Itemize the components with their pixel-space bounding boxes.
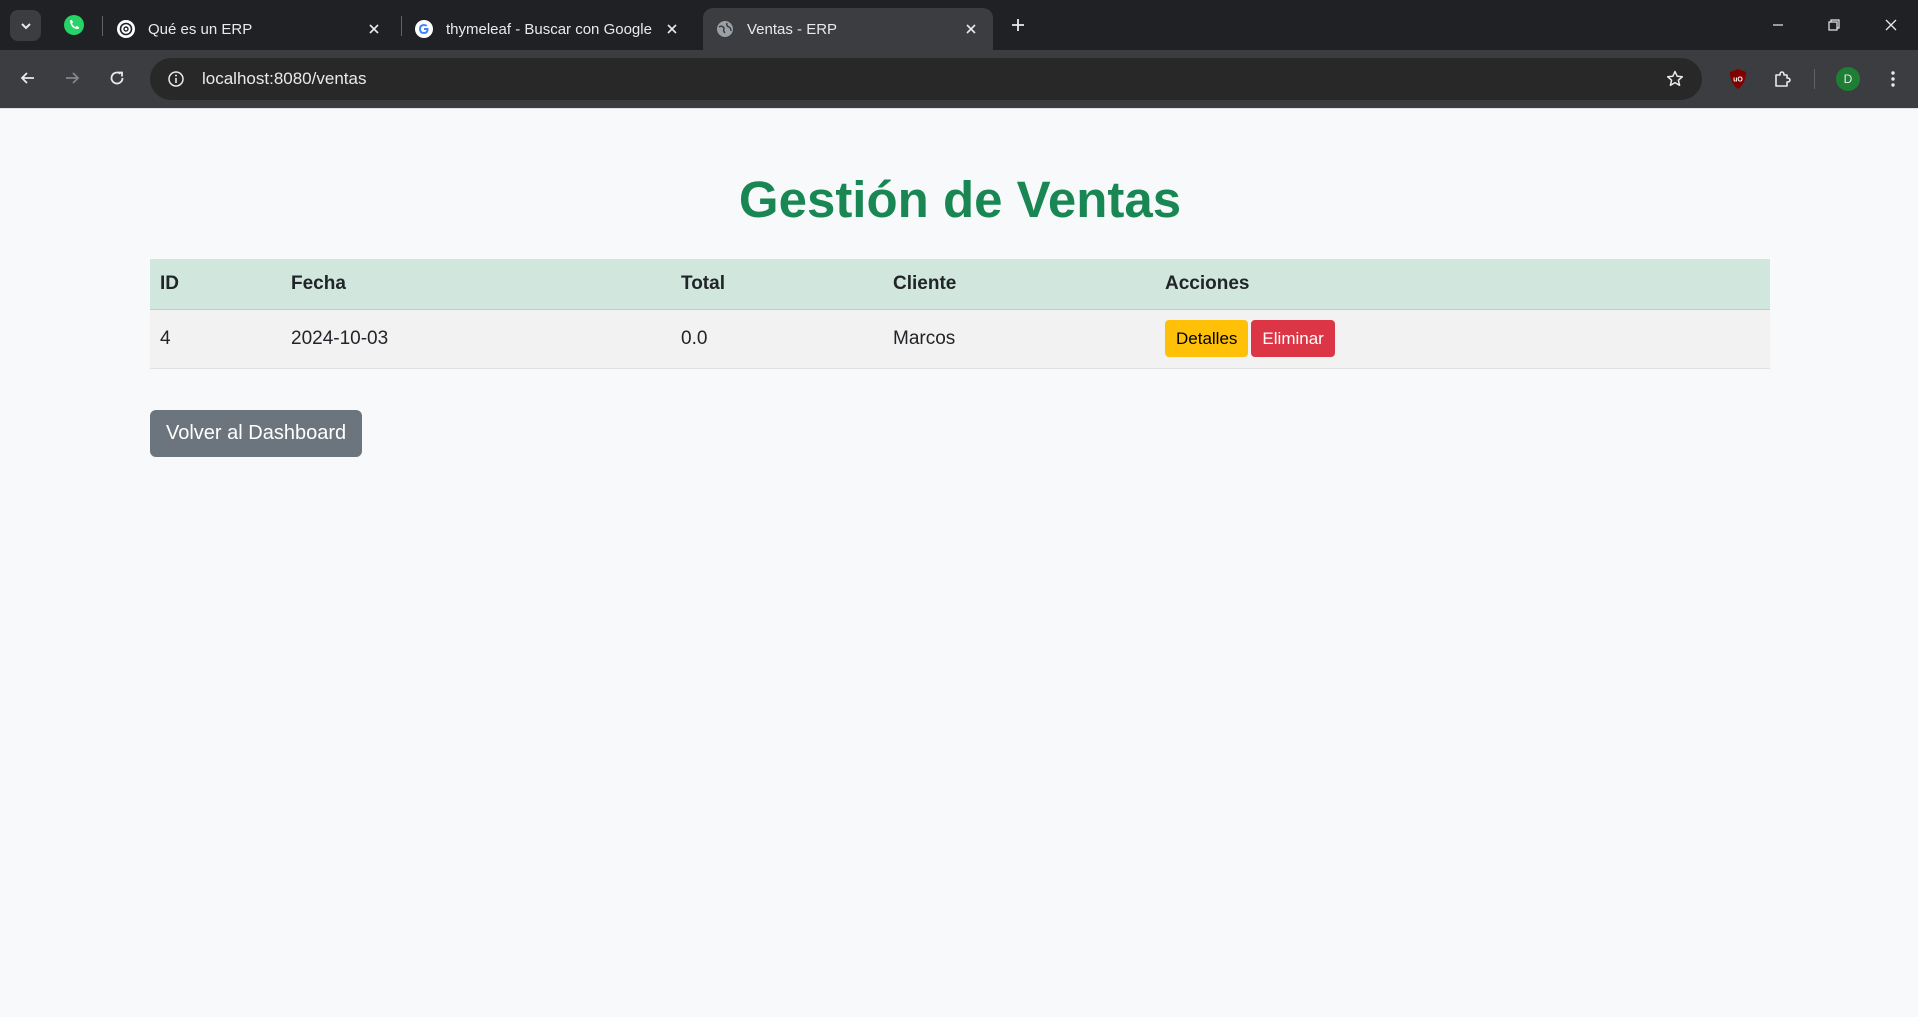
whatsapp-icon	[64, 15, 84, 35]
column-header-acciones: Acciones	[1155, 259, 1770, 310]
page-title: Gestión de Ventas	[738, 171, 1182, 228]
cell-total: 0.0	[671, 309, 883, 369]
cell-acciones: Detalles Eliminar	[1155, 309, 1770, 369]
restore-button[interactable]	[1814, 8, 1854, 42]
tab-thymeleaf-google[interactable]: thymeleaf - Buscar con Google	[414, 8, 690, 50]
kebab-menu-icon	[1891, 71, 1895, 87]
reload-button[interactable]	[102, 63, 132, 93]
table-header-row: ID Fecha Total Cliente Acciones	[150, 259, 1770, 310]
chevron-down-icon	[20, 22, 31, 29]
browser-menu-button[interactable]	[1878, 64, 1908, 94]
tab-title: Qué es un ERP	[148, 20, 253, 38]
cell-fecha: 2024-10-03	[281, 309, 671, 369]
tab-title: thymeleaf - Buscar con Google	[446, 20, 652, 38]
close-icon	[1885, 19, 1897, 31]
globe-icon	[715, 19, 735, 39]
minimize-icon	[1773, 24, 1783, 26]
profile-button[interactable]: D	[1833, 64, 1863, 94]
toolbar-separator	[1814, 69, 1815, 89]
cell-cliente: Marcos	[883, 309, 1155, 369]
address-bar[interactable]: localhost:8080/ventas	[150, 58, 1702, 100]
cell-id: 4	[150, 309, 281, 369]
back-button[interactable]	[13, 63, 43, 93]
pinned-tab-whatsapp[interactable]	[60, 11, 88, 39]
tab-search-button[interactable]	[10, 10, 41, 41]
delete-button[interactable]: Eliminar	[1251, 320, 1335, 357]
arrow-left-icon	[20, 72, 34, 84]
browser-tabstrip: Qué es un ERP thymeleaf - Buscar con Goo…	[0, 0, 1918, 50]
forward-button[interactable]	[57, 63, 87, 93]
close-icon[interactable]	[961, 19, 981, 39]
close-icon[interactable]	[364, 19, 384, 39]
details-button[interactable]: Detalles	[1165, 320, 1249, 357]
tab-separator	[102, 16, 103, 36]
minimize-button[interactable]	[1758, 8, 1798, 42]
ublock-extension-icon[interactable]: uO	[1723, 64, 1753, 94]
tab-que-es-un-erp[interactable]: Qué es un ERP	[116, 8, 392, 50]
column-header-fecha: Fecha	[281, 259, 671, 310]
svg-text:uO: uO	[1733, 77, 1743, 84]
column-header-cliente: Cliente	[883, 259, 1155, 310]
arrow-right-icon	[66, 72, 80, 84]
openai-icon	[116, 19, 136, 39]
extensions-puzzle-icon[interactable]	[1767, 64, 1797, 94]
tab-title: Ventas - ERP	[747, 20, 838, 38]
google-icon	[414, 19, 434, 39]
new-tab-button[interactable]	[1006, 13, 1030, 37]
tab-ventas-erp[interactable]: Ventas - ERP	[703, 8, 993, 50]
plus-icon	[1012, 19, 1024, 31]
avatar: D	[1836, 67, 1860, 91]
column-header-total: Total	[671, 259, 883, 310]
close-window-button[interactable]	[1871, 8, 1911, 42]
back-to-dashboard-button[interactable]: Volver al Dashboard	[150, 409, 363, 457]
page-content: Gestión de Ventas ID Fecha Total Cliente…	[150, 109, 1770, 457]
url-text[interactable]: localhost:8080/ventas	[202, 69, 1654, 89]
reload-icon	[110, 71, 124, 85]
bookmark-star-icon[interactable]	[1654, 58, 1696, 100]
restore-icon	[1828, 19, 1840, 31]
tab-separator	[401, 16, 402, 36]
table-row: 4 2024-10-03 0.0 Marcos Detalles Eliminar	[150, 309, 1770, 369]
column-header-id: ID	[150, 259, 281, 310]
browser-toolbar: localhost:8080/ventas uO D	[0, 50, 1918, 108]
sales-table: ID Fecha Total Cliente Acciones 4 2024-1…	[150, 259, 1770, 369]
site-info-icon[interactable]	[154, 58, 198, 100]
close-icon[interactable]	[662, 19, 682, 39]
